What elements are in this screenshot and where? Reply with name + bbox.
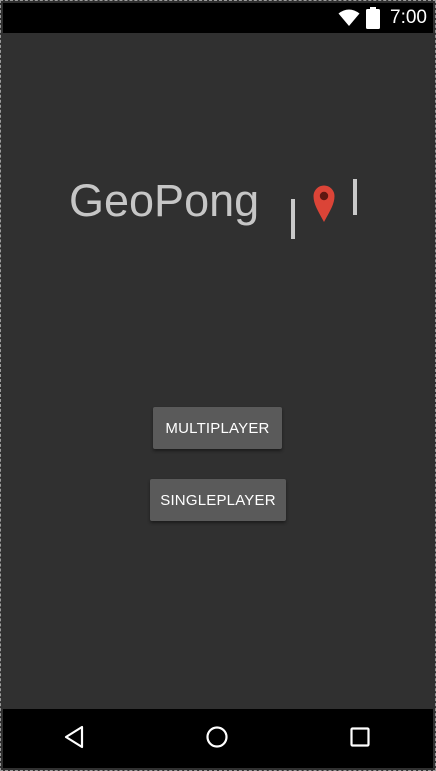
singleplayer-button[interactable]: SINGLEPLAYER [150, 479, 286, 521]
status-icons: 7:00 [338, 3, 427, 33]
battery-icon [366, 7, 381, 29]
home-icon [205, 725, 229, 754]
wifi-icon [338, 9, 360, 27]
status-bar: 7:00 [3, 3, 433, 33]
multiplayer-button[interactable]: MULTIPLAYER [153, 407, 282, 449]
device-screen: 7:00 GeoPong MULTIPLAYER SINGLEPLAYER [0, 0, 436, 771]
left-paddle [291, 199, 295, 239]
back-button[interactable] [58, 723, 90, 755]
right-paddle [353, 179, 357, 215]
recents-button[interactable] [344, 723, 376, 755]
app-logo: GeoPong [69, 173, 379, 253]
app-title: GeoPong [69, 175, 260, 226]
home-button[interactable] [201, 723, 233, 755]
app-main: GeoPong MULTIPLAYER SINGLEPLAYER [3, 33, 433, 709]
recents-icon [349, 726, 371, 753]
location-pin-icon [313, 185, 335, 228]
navigation-bar [3, 709, 433, 768]
back-icon [63, 725, 85, 754]
status-clock: 7:00 [390, 7, 427, 28]
